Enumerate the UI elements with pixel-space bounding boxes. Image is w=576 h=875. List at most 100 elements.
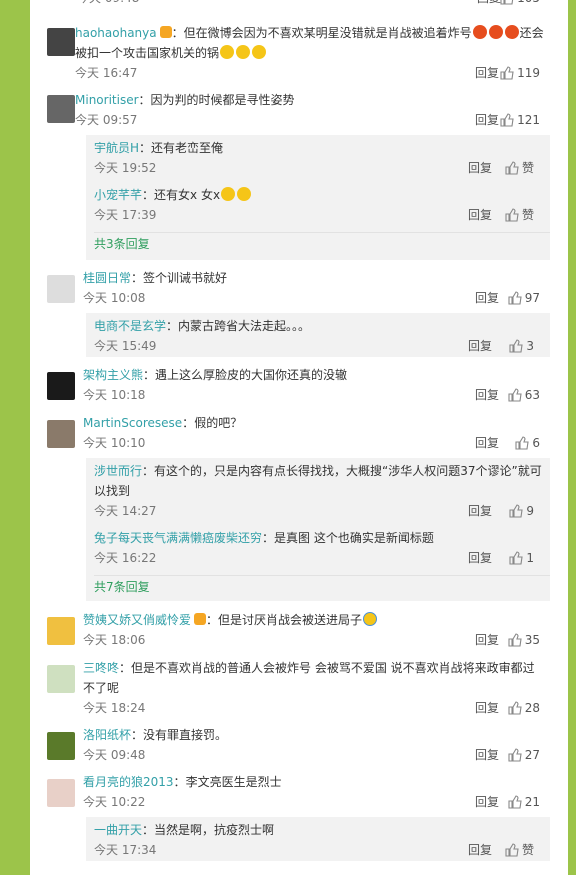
- comment-username[interactable]: 架构主义熊: [83, 368, 143, 382]
- partial-comment-meta: 今天 09:48 回复 105: [77, 0, 557, 8]
- comment-item: 看月亮的狼2013：李文亮医生是烈士 今天 10:22 回复 21: [47, 772, 557, 812]
- reply-username[interactable]: 兔子每天丧气满满懒癌废柴还穷: [94, 531, 262, 545]
- comment-item: 桂圆日常：签个训诫书就好 今天 10:08 回复 97: [47, 268, 557, 308]
- like-button[interactable]: 3: [509, 336, 534, 356]
- like-button[interactable]: 97: [508, 288, 540, 308]
- reply-button[interactable]: 回复: [475, 110, 499, 130]
- like-button[interactable]: 赞: [505, 158, 534, 178]
- avatar[interactable]: [47, 732, 75, 760]
- comment-text: 因为判的时候都是寻性姿势: [150, 93, 295, 107]
- reply-button[interactable]: 回复: [475, 630, 499, 650]
- like-button[interactable]: 9: [509, 501, 534, 521]
- reply-button[interactable]: 回复: [468, 336, 492, 356]
- reply-time: 今天 17:34: [94, 843, 157, 857]
- avatar[interactable]: [47, 275, 75, 303]
- reply-button[interactable]: 回复: [475, 792, 499, 812]
- comment-username[interactable]: MartinScoresese: [83, 416, 182, 430]
- avatar[interactable]: [47, 95, 75, 123]
- avatar[interactable]: [47, 779, 75, 807]
- thumb-up-icon: [500, 113, 514, 127]
- like-button[interactable]: 赞: [505, 205, 534, 225]
- comment-line: 被扣一个攻击国家机关的锅: [75, 43, 557, 63]
- avatar[interactable]: [47, 28, 75, 56]
- reply-button[interactable]: 回复: [475, 698, 499, 718]
- emoji-icon: [504, 25, 519, 39]
- reply-username[interactable]: 小宠芊芊: [94, 188, 142, 202]
- like-button[interactable]: 119: [500, 63, 540, 83]
- like-button[interactable]: 121: [500, 110, 540, 130]
- reply-block: 宇航员H：还有老峦至俺 今天 19:52 回复 赞 小宠芊芊：还有女x 女x 今…: [86, 135, 550, 260]
- thumb-up-icon: [508, 388, 522, 402]
- thumb-up-icon: [508, 701, 522, 715]
- view-more-replies[interactable]: 共7条回复: [86, 577, 550, 597]
- like-button[interactable]: 63: [508, 385, 540, 405]
- reply-username[interactable]: 涉世而行: [94, 464, 142, 478]
- view-more-replies[interactable]: 共3条回复: [86, 234, 550, 254]
- like-button[interactable]: 28: [508, 698, 540, 718]
- reply-button[interactable]: 回复: [468, 205, 492, 225]
- thumb-up-icon: [500, 0, 514, 5]
- comment-time: 今天 10:08: [83, 291, 146, 305]
- thumb-up-icon: [500, 66, 514, 80]
- avatar[interactable]: [47, 372, 75, 400]
- avatar[interactable]: [47, 617, 75, 645]
- reply-button[interactable]: 回复: [468, 840, 492, 860]
- thumb-up-icon: [509, 504, 523, 518]
- reply-button[interactable]: 回复: [475, 385, 499, 405]
- comment-item: 架构主义熊：遇上这么厚脸皮的大国你还真的没辙 今天 10:18 回复 63: [47, 365, 557, 405]
- reply-text: 是真图 这个也确实是新闻标题: [274, 531, 434, 545]
- reply-username[interactable]: 宇航员H: [94, 141, 139, 155]
- comment-username[interactable]: 洛阳纸杯: [83, 728, 131, 742]
- reply-time: 今天 15:49: [94, 339, 157, 353]
- reply-time: 今天 14:27: [94, 504, 157, 518]
- comment-text: 遇上这么厚脸皮的大国你还真的没辙: [155, 368, 348, 382]
- reply-button[interactable]: 回复: [477, 0, 501, 8]
- like-count: 21: [524, 795, 540, 809]
- comment-text: 李文亮医生是烈士: [185, 775, 282, 789]
- reply-button[interactable]: 回复: [468, 548, 492, 568]
- like-button[interactable]: 1: [509, 548, 534, 568]
- like-button[interactable]: 赞: [505, 840, 534, 860]
- reply-button[interactable]: 回复: [468, 501, 492, 521]
- comment-text: 签个训诫书就好: [143, 271, 228, 285]
- comment-meta: 今天 18:24 回复 28: [83, 698, 557, 718]
- thumb-up-icon: [509, 551, 523, 565]
- comment-meta: 今天 09:48 回复 27: [83, 745, 557, 765]
- reply-button[interactable]: 回复: [468, 158, 492, 178]
- reply-text: 还有女x 女x: [154, 188, 221, 202]
- like-button[interactable]: 6: [515, 433, 540, 453]
- comment-item: 三咚咚：但是不喜欢肖战的普通人会被炸号 会被骂不爱国 说不喜欢肖战将来政审都过 …: [47, 658, 557, 718]
- reply-button[interactable]: 回复: [475, 745, 499, 765]
- reply-line: 一曲开天：当然是啊，抗疫烈士啊: [94, 823, 275, 837]
- avatar[interactable]: [47, 420, 75, 448]
- emoji-icon: [236, 45, 251, 59]
- comment-username[interactable]: Minoritiser: [75, 93, 139, 107]
- like-button[interactable]: 21: [508, 792, 540, 812]
- reply-button[interactable]: 回复: [475, 433, 499, 453]
- comment-username[interactable]: 桂圆日常: [83, 271, 131, 285]
- like-button[interactable]: 27: [508, 745, 540, 765]
- reply-button[interactable]: 回复: [475, 63, 499, 83]
- comment-item: 洛阳纸杯：没有罪直接罚。 今天 09:48 回复 27: [47, 725, 557, 765]
- reply-username[interactable]: 一曲开天: [94, 823, 142, 837]
- like-count: 119: [517, 66, 540, 80]
- like-button[interactable]: 105: [500, 0, 540, 8]
- comment-username[interactable]: 三咚咚: [83, 661, 119, 675]
- reply-username[interactable]: 电商不是玄学: [94, 319, 166, 333]
- comment-line: 看月亮的狼2013：李文亮医生是烈士: [83, 775, 282, 789]
- like-button[interactable]: 35: [508, 630, 540, 650]
- reply-line: 宇航员H：还有老峦至俺: [94, 141, 224, 155]
- comment-text: 假的吧？: [194, 416, 243, 430]
- comment-username[interactable]: 看月亮的狼2013: [83, 775, 174, 789]
- comment-item: MartinScoresese：假的吧？ 今天 10:10 回复 6: [47, 413, 557, 453]
- comment-line: 三咚咚：但是不喜欢肖战的普通人会被炸号 会被骂不爱国 说不喜欢肖战将来政审都过: [83, 661, 535, 675]
- comment-username[interactable]: haohaohanya: [75, 26, 157, 40]
- reply-meta: 今天 17:34 回复 赞: [94, 840, 550, 860]
- comment-meta: 今天 18:06 回复 35: [83, 630, 557, 650]
- thumb-up-icon: [509, 339, 523, 353]
- thumb-up-icon: [505, 843, 519, 857]
- reply-button[interactable]: 回复: [475, 288, 499, 308]
- avatar[interactable]: [47, 665, 75, 693]
- comment-username[interactable]: 赞姨又娇又俏威怜爱: [83, 613, 191, 627]
- reply-line: 小宠芊芊：还有女x 女x: [94, 185, 550, 205]
